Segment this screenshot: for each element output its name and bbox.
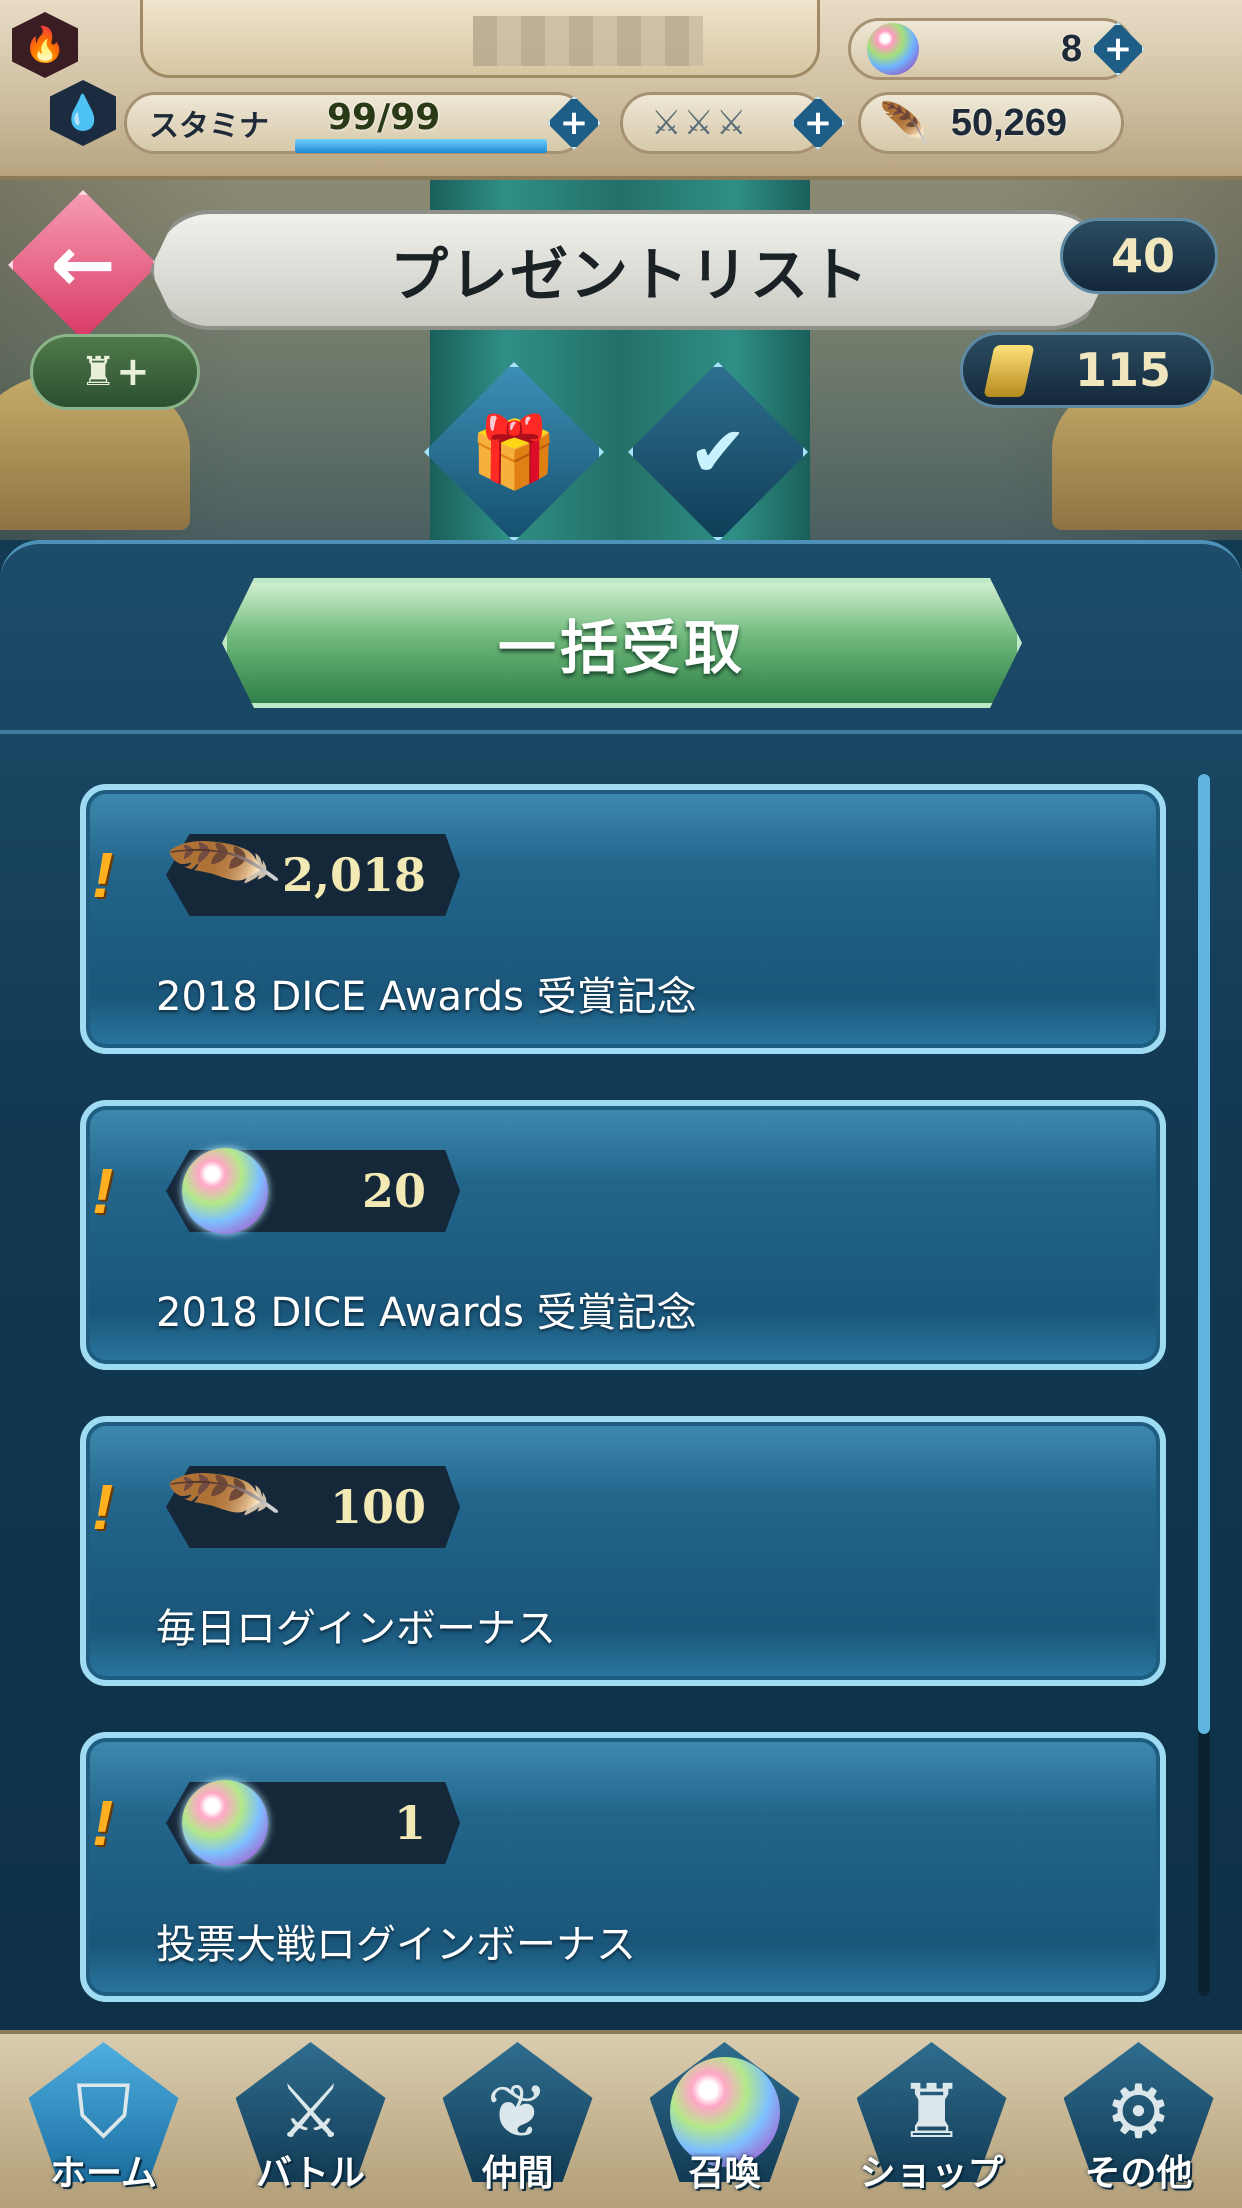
nav-summon[interactable]: 召喚 (621, 2034, 828, 2208)
reward-amount: 20 (361, 1164, 426, 1218)
present-card[interactable]: ! 2,018 🪶 2018 DICE Awards 受賞記念 (80, 784, 1166, 1054)
nav-label: ホーム (50, 2153, 157, 2194)
claim-all-button[interactable]: 一括受取 (222, 578, 1022, 708)
stamina-value: 99/99 (327, 97, 441, 138)
new-alert-icon: ! (92, 1155, 114, 1227)
counter-badge: 40 (1060, 218, 1218, 294)
reward-amount: 2,018 (281, 848, 426, 902)
nav-shop[interactable]: ♜ ショップ (828, 2034, 1035, 2208)
dueling-swords-icon: ⚔⚔⚔ (651, 103, 749, 143)
player-name-redacted (473, 16, 703, 66)
present-card[interactable]: ! 100 🪶 毎日ログインボーナス (80, 1416, 1166, 1686)
player-name-scroll (140, 0, 820, 78)
new-alert-icon: ! (92, 1787, 114, 1859)
castle-plus-icon: ♜+ (80, 349, 150, 395)
orb-icon (867, 23, 919, 75)
present-card[interactable]: ! 20 2018 DICE Awards 受賞記念 (80, 1100, 1166, 1370)
nav-allies[interactable]: ❦ 仲間 (414, 2034, 621, 2208)
castle-upgrade-button[interactable]: ♜+ (30, 334, 200, 410)
stamina-bar-fill (295, 139, 547, 153)
present-caption: 2018 DICE Awards 受賞記念 (156, 974, 697, 1020)
gold-bar-icon (983, 345, 1035, 397)
present-caption: 2018 DICE Awards 受賞記念 (156, 1290, 697, 1336)
nav-misc[interactable]: ⚙ その他 (1035, 2034, 1242, 2208)
nav-label: ショップ (859, 2153, 1004, 2194)
present-caption: 投票大戦ログインボーナス (156, 1922, 636, 1968)
scrollbar[interactable] (1198, 774, 1210, 1996)
present-panel: 一括受取 ! 2,018 🪶 2018 DICE Awards 受賞記念 ! 2… (0, 540, 1242, 2030)
stamina-meter: スタミナ 99/99 + (124, 92, 601, 154)
nav-home[interactable]: ⛉ ホーム (0, 2034, 207, 2208)
stamina-bar (295, 139, 547, 153)
scrollbar-thumb[interactable] (1198, 774, 1210, 1734)
arrow-left-icon: ← (50, 220, 116, 310)
orb-counter: 8 + (848, 18, 1145, 80)
nav-label: バトル (255, 2153, 366, 2194)
buy-orbs-button[interactable]: + (1091, 22, 1145, 76)
orb-icon (182, 1148, 268, 1234)
new-alert-icon: ! (92, 839, 114, 911)
present-card[interactable]: ! 1 投票大戦ログインボーナス (80, 1732, 1166, 2002)
stamina-label: スタミナ (149, 109, 269, 144)
feather-count: 50,269 (950, 101, 1068, 144)
nav-label: 仲間 (481, 2153, 554, 2194)
bottom-nav: ⛉ ホーム ⚔ バトル ❦ 仲間 召喚 ♜ ショップ ⚙ その他 (0, 2030, 1242, 2208)
claim-all-label: 一括受取 (497, 614, 746, 682)
gold-counter: 115 (960, 332, 1214, 408)
feather-counter: 🪶 50,269 (858, 92, 1124, 154)
reward-amount: 100 (329, 1480, 426, 1534)
check-card-icon: ✔ (688, 411, 748, 493)
water-element-icon: 💧 (50, 80, 116, 146)
gift-box-icon: 🎁 (470, 410, 558, 493)
page-title: プレゼントリスト (389, 241, 870, 309)
new-alert-icon: ! (92, 1471, 114, 1543)
orb-icon (182, 1780, 268, 1866)
refill-swords-button[interactable]: + (791, 96, 845, 150)
nav-battle[interactable]: ⚔ バトル (207, 2034, 414, 2208)
nav-label: その他 (1084, 2153, 1193, 2194)
present-caption: 毎日ログインボーナス (156, 1606, 556, 1652)
gold-count: 115 (1074, 343, 1171, 397)
divider (0, 730, 1242, 734)
status-bar: 🔥 💧 8 + スタミナ 99/99 + ⚔⚔⚔ + 🪶 50,269 (0, 0, 1242, 180)
counter-value: 40 (1110, 229, 1175, 283)
reward-amount: 1 (393, 1796, 426, 1850)
nav-label: 召喚 (688, 2153, 761, 2194)
dueling-swords-meter: ⚔⚔⚔ + (620, 92, 845, 154)
title-banner: プレゼントリスト (150, 210, 1110, 330)
refill-stamina-button[interactable]: + (547, 96, 601, 150)
orb-count: 8 (1061, 27, 1083, 70)
feather-icon: 🪶 (879, 100, 929, 147)
fire-element-icon: 🔥 (12, 12, 78, 78)
